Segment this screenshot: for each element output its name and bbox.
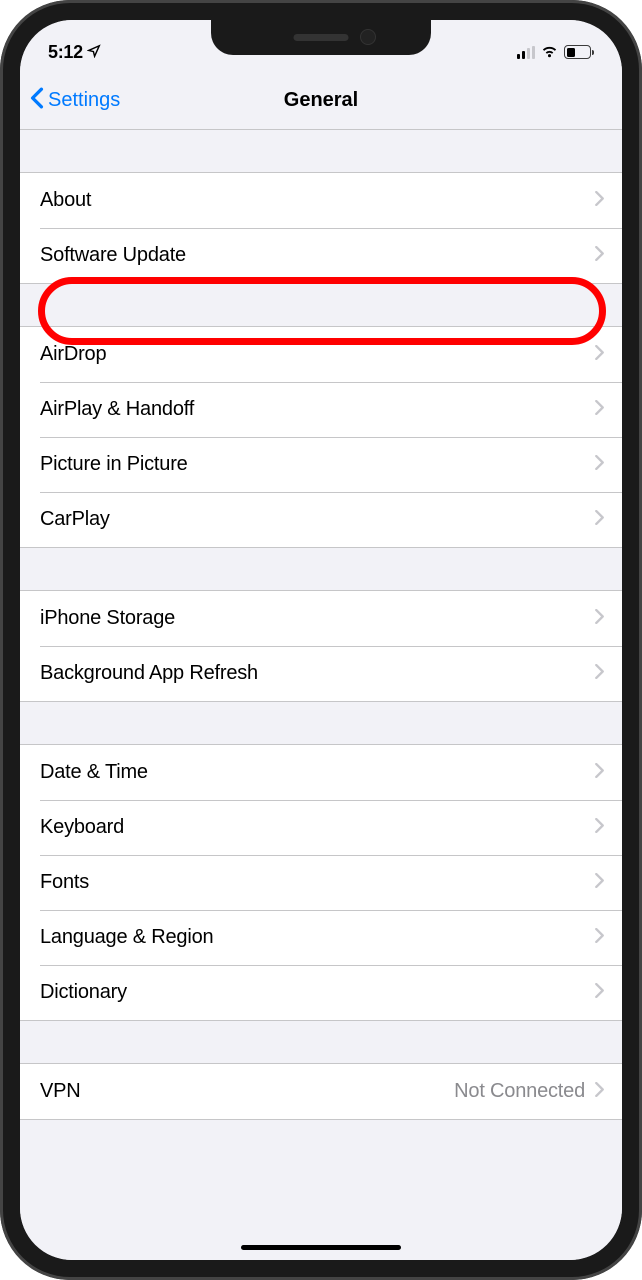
wifi-icon [540, 45, 559, 59]
status-bar-left: 5:12 [48, 42, 101, 63]
group-spacer [20, 702, 622, 744]
chevron-right-icon [595, 873, 604, 893]
chevron-right-icon [595, 246, 604, 266]
chevron-right-icon [595, 664, 604, 684]
row-label: About [40, 189, 91, 212]
navigation-bar: Settings General [20, 72, 622, 130]
settings-row-airplay-handoff[interactable]: AirPlay & Handoff [20, 382, 622, 437]
group-spacer [20, 1021, 622, 1063]
battery-icon [564, 45, 594, 59]
chevron-left-icon [30, 87, 44, 115]
settings-row-date-time[interactable]: Date & Time [20, 745, 622, 800]
row-detail: Not Connected [454, 1080, 585, 1103]
settings-group: About Software Update [20, 172, 622, 284]
settings-row-software-update[interactable]: Software Update [20, 228, 622, 283]
status-bar-right [517, 45, 595, 59]
chevron-right-icon [595, 983, 604, 1003]
row-label: Fonts [40, 871, 89, 894]
status-time: 5:12 [48, 42, 83, 63]
row-label: Date & Time [40, 761, 148, 784]
row-label: AirPlay & Handoff [40, 398, 194, 421]
row-label: AirDrop [40, 343, 106, 366]
chevron-right-icon [595, 510, 604, 530]
home-indicator[interactable] [241, 1245, 401, 1250]
group-spacer [20, 548, 622, 590]
row-label: Language & Region [40, 926, 213, 949]
page-title: General [284, 89, 358, 112]
chevron-right-icon [595, 928, 604, 948]
settings-row-fonts[interactable]: Fonts [20, 855, 622, 910]
iphone-device-frame: 5:12 [0, 0, 642, 1280]
settings-group: VPN Not Connected [20, 1063, 622, 1120]
settings-row-carplay[interactable]: CarPlay [20, 492, 622, 547]
settings-list: About Software Update [20, 130, 622, 1260]
screen: 5:12 [20, 20, 622, 1260]
row-label: Picture in Picture [40, 453, 188, 476]
settings-row-language-region[interactable]: Language & Region [20, 910, 622, 965]
settings-row-background-app-refresh[interactable]: Background App Refresh [20, 646, 622, 701]
chevron-right-icon [595, 345, 604, 365]
settings-row-about[interactable]: About [20, 173, 622, 228]
settings-row-picture-in-picture[interactable]: Picture in Picture [20, 437, 622, 492]
row-label: Keyboard [40, 816, 124, 839]
row-label: VPN [40, 1080, 81, 1103]
settings-row-dictionary[interactable]: Dictionary [20, 965, 622, 1020]
row-label: Software Update [40, 244, 186, 267]
chevron-right-icon [595, 609, 604, 629]
row-label: Background App Refresh [40, 662, 258, 685]
row-label: iPhone Storage [40, 607, 175, 630]
chevron-right-icon [595, 191, 604, 211]
back-button[interactable]: Settings [20, 87, 120, 115]
settings-row-vpn[interactable]: VPN Not Connected [20, 1064, 622, 1119]
settings-group: iPhone Storage Background App Refresh [20, 590, 622, 702]
back-label: Settings [48, 89, 120, 112]
chevron-right-icon [595, 455, 604, 475]
chevron-right-icon [595, 818, 604, 838]
chevron-right-icon [595, 1082, 604, 1102]
row-label: CarPlay [40, 508, 110, 531]
settings-row-airdrop[interactable]: AirDrop [20, 327, 622, 382]
chevron-right-icon [595, 763, 604, 783]
cellular-signal-icon [517, 46, 536, 59]
settings-row-iphone-storage[interactable]: iPhone Storage [20, 591, 622, 646]
location-arrow-icon [87, 42, 101, 63]
settings-row-keyboard[interactable]: Keyboard [20, 800, 622, 855]
notch [211, 20, 431, 55]
group-spacer [20, 284, 622, 326]
settings-group: AirDrop AirPlay & Handoff [20, 326, 622, 548]
group-spacer [20, 130, 622, 172]
settings-group: Date & Time Keyboard [20, 744, 622, 1021]
chevron-right-icon [595, 400, 604, 420]
row-label: Dictionary [40, 981, 127, 1004]
